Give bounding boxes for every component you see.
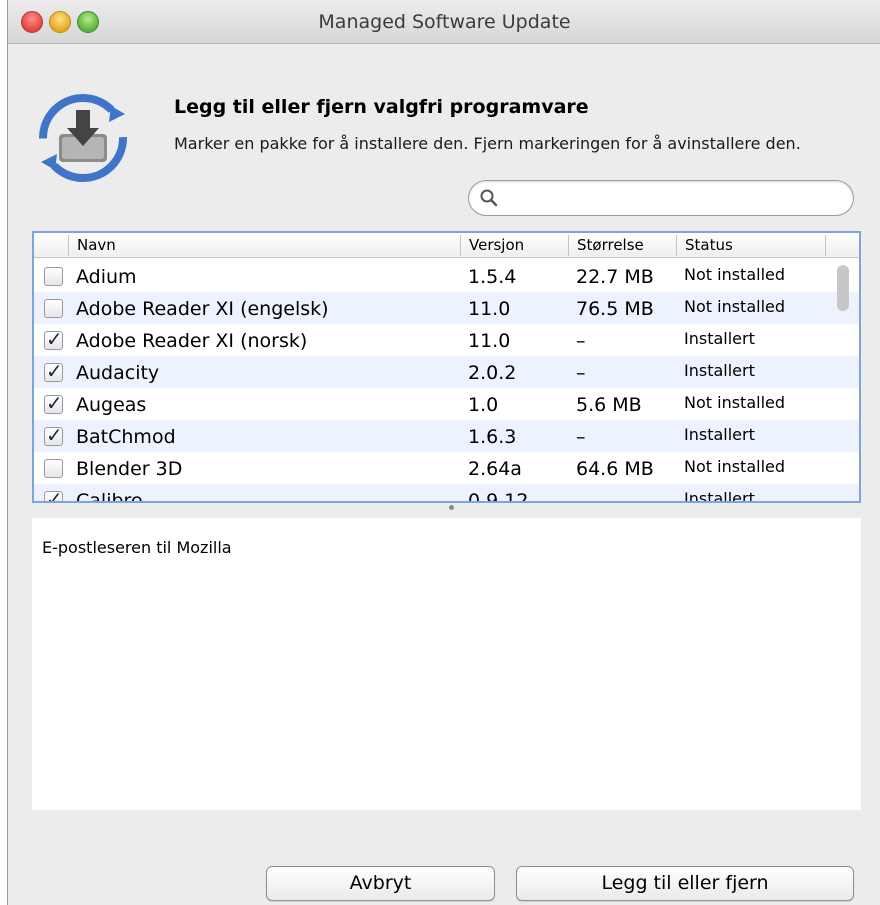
package-size: 5.6 MB — [576, 394, 642, 416]
install-checkbox[interactable]: ✓ — [44, 299, 63, 318]
install-checkbox[interactable]: ✓ — [44, 359, 63, 383]
package-name: BatChmod — [76, 426, 176, 448]
package-size: 22.7 MB — [576, 266, 654, 288]
package-status: Installert — [684, 425, 755, 444]
table-body: ✓ Adium 1.5.4 22.7 MB Not installed ✓ Ad… — [34, 260, 859, 503]
table-row[interactable]: ✓ Calibre 0.9.12 – Installert — [34, 484, 859, 503]
package-status: Not installed — [684, 265, 786, 284]
page-instructions: Marker en pakke for å installere den. Fj… — [174, 134, 801, 153]
package-version: 0.9.12 — [468, 490, 529, 503]
package-status: Installert — [684, 329, 755, 348]
column-header-version[interactable]: Versjon — [460, 235, 568, 256]
table-scrollbar[interactable] — [837, 265, 849, 311]
package-name: Adobe Reader XI (engelsk) — [76, 298, 329, 320]
package-version: 11.0 — [468, 330, 511, 352]
table-row[interactable]: ✓ Augeas 1.0 5.6 MB Not installed — [34, 388, 859, 420]
search-field[interactable] — [468, 180, 854, 216]
apply-changes-button[interactable]: Legg til eller fjern — [516, 866, 854, 901]
checkmark-icon: ✓ — [46, 359, 63, 383]
description-pane: E-postleseren til Mozilla — [32, 518, 861, 810]
page-heading: Legg til eller fjern valgfri programvare — [174, 96, 589, 118]
package-size: – — [576, 426, 586, 448]
checkmark-icon: ✓ — [46, 391, 63, 415]
package-name: Audacity — [76, 362, 160, 384]
table-row[interactable]: ✓ Adium 1.5.4 22.7 MB Not installed — [34, 260, 859, 292]
table-row[interactable]: ✓ Audacity 2.0.2 – Installert — [34, 356, 859, 388]
table-header: Navn Versjon Størrelse Status — [34, 233, 859, 258]
package-size: – — [576, 330, 586, 352]
package-name: Adium — [76, 266, 137, 288]
package-status: Installert — [684, 489, 755, 503]
package-name: Blender 3D — [76, 458, 183, 480]
window-title: Managed Software Update — [318, 11, 571, 33]
package-name: Augeas — [76, 394, 147, 416]
package-status: Installert — [684, 361, 755, 380]
install-checkbox[interactable]: ✓ — [44, 487, 63, 503]
package-description: E-postleseren til Mozilla — [42, 538, 232, 557]
package-version: 1.5.4 — [468, 266, 517, 288]
package-size: 64.6 MB — [576, 458, 654, 480]
split-view-handle[interactable] — [449, 505, 454, 510]
package-name: Calibre — [76, 490, 143, 503]
table-row[interactable]: ✓ Blender 3D 2.64a 64.6 MB Not installed — [34, 452, 859, 484]
table-row[interactable]: ✓ Adobe Reader XI (engelsk) 11.0 76.5 MB… — [34, 292, 859, 324]
software-table: Navn Versjon Størrelse Status ✓ Adium 1.… — [32, 231, 861, 503]
cancel-button[interactable]: Avbryt — [266, 866, 495, 901]
package-size: – — [576, 490, 586, 503]
install-checkbox[interactable]: ✓ — [44, 391, 63, 415]
install-checkbox[interactable]: ✓ — [44, 327, 63, 351]
package-version: 2.0.2 — [468, 362, 517, 384]
install-checkbox[interactable]: ✓ — [44, 459, 63, 478]
package-status: Not installed — [684, 297, 786, 316]
search-input[interactable] — [503, 187, 843, 209]
software-update-icon — [39, 94, 127, 182]
package-version: 1.0 — [468, 394, 499, 416]
column-header-name[interactable]: Navn — [68, 235, 460, 256]
package-version: 1.6.3 — [468, 426, 517, 448]
search-icon — [480, 189, 498, 207]
checkmark-icon: ✓ — [46, 423, 63, 447]
package-name: Adobe Reader XI (norsk) — [76, 330, 308, 352]
package-size: 76.5 MB — [576, 298, 654, 320]
package-size: – — [576, 362, 586, 384]
column-header-status[interactable]: Status — [676, 235, 826, 256]
checkmark-icon: ✓ — [46, 327, 63, 351]
package-version: 2.64a — [468, 458, 522, 480]
install-checkbox[interactable]: ✓ — [44, 423, 63, 447]
table-row[interactable]: ✓ Adobe Reader XI (norsk) 11.0 – Install… — [34, 324, 859, 356]
install-checkbox[interactable]: ✓ — [44, 267, 63, 286]
checkmark-icon: ✓ — [46, 487, 63, 503]
table-row[interactable]: ✓ BatChmod 1.6.3 – Installert — [34, 420, 859, 452]
package-status: Not installed — [684, 393, 786, 412]
column-header-size[interactable]: Størrelse — [568, 235, 676, 256]
package-status: Not installed — [684, 457, 786, 476]
title-bar: Managed Software Update — [8, 0, 880, 44]
package-version: 11.0 — [468, 298, 511, 320]
